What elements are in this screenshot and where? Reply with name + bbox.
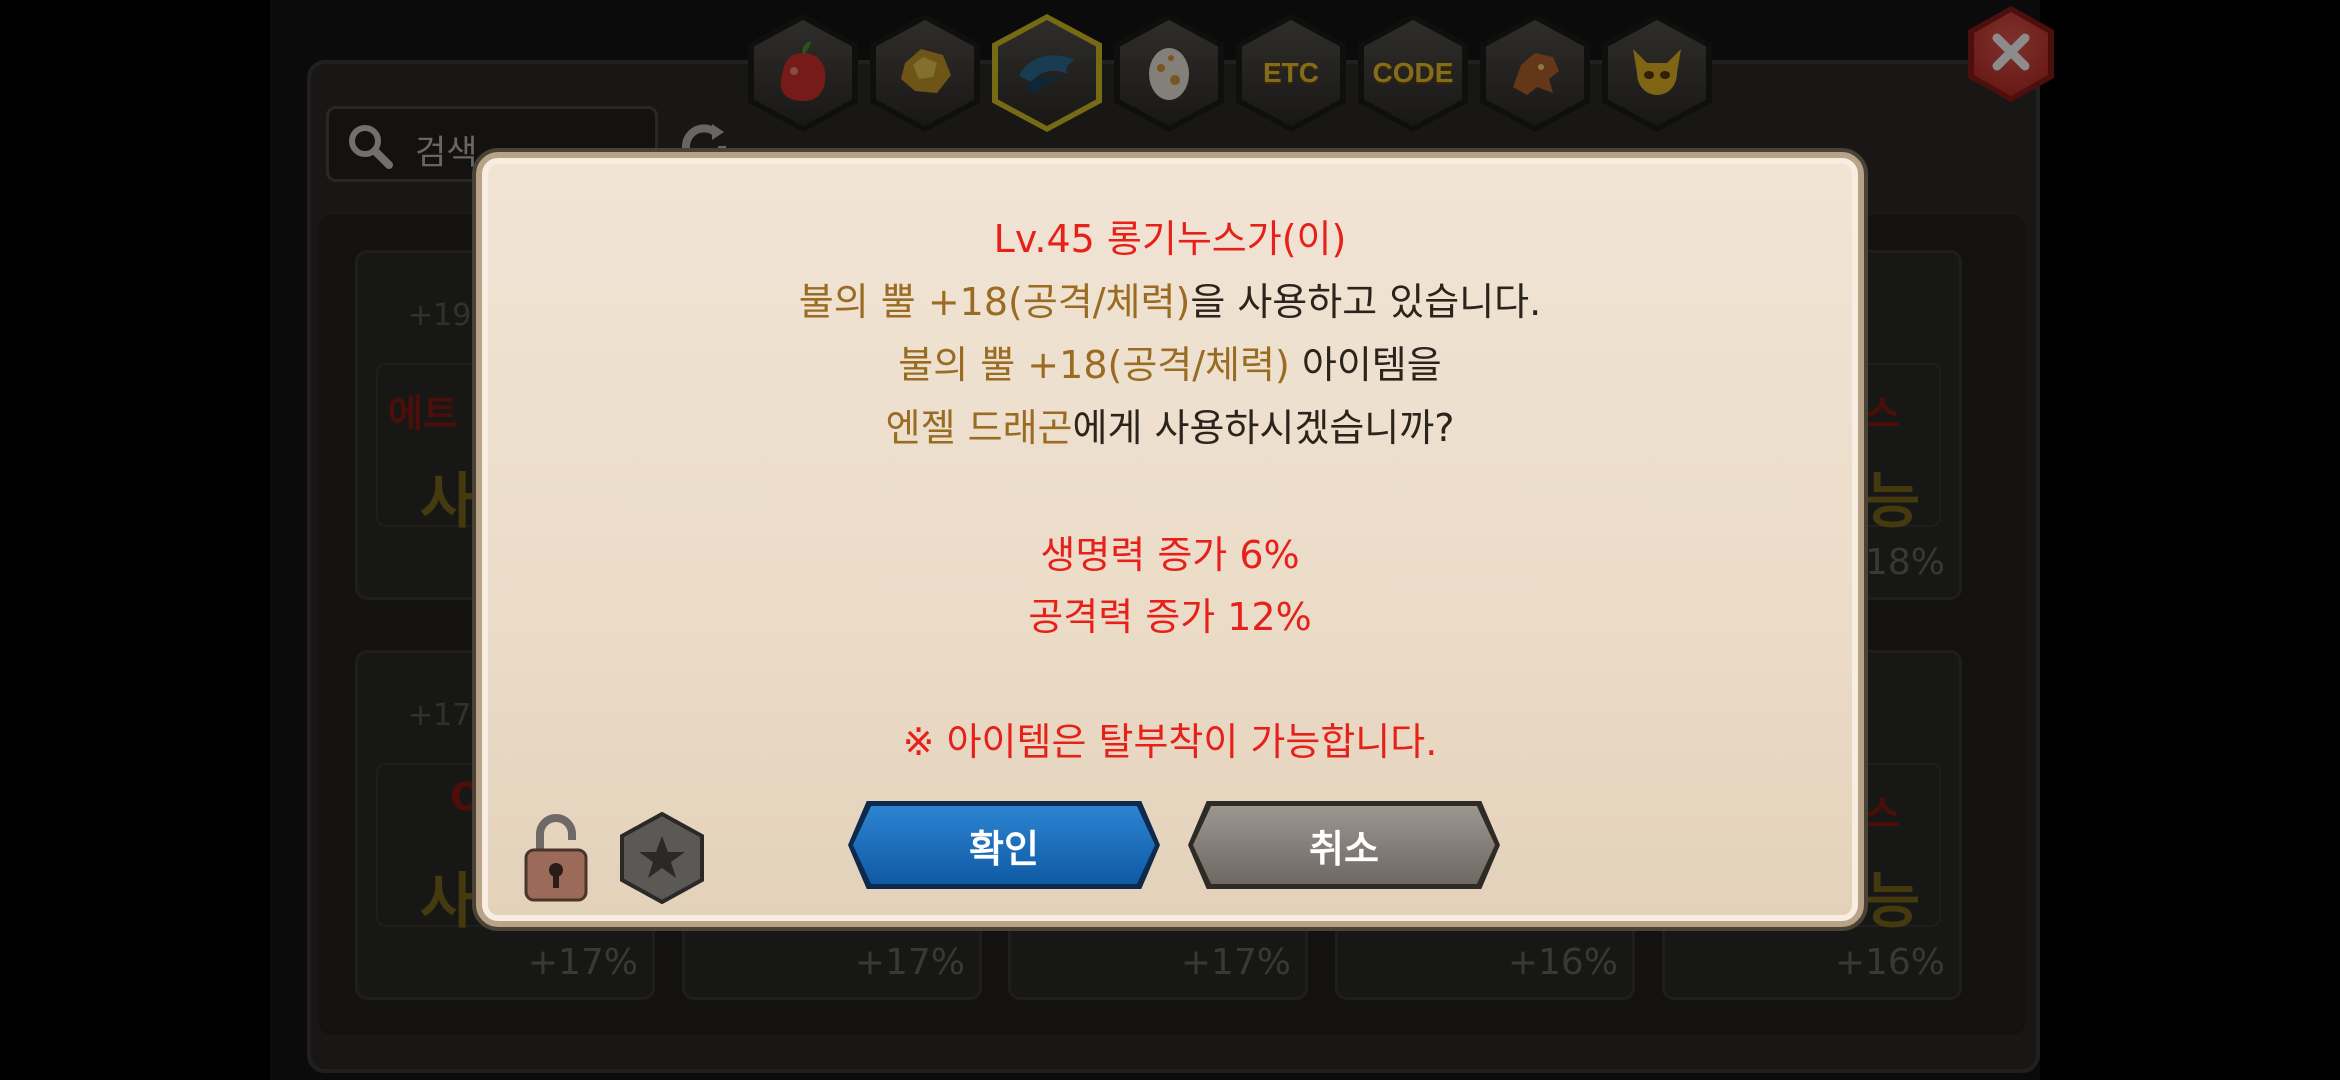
dialog-title: Lv.45 롱기누스가(이) bbox=[993, 217, 1347, 261]
dialog-line-new-item: 불의 뿔 +18(공격/체력) 아이템을 bbox=[482, 334, 1858, 396]
confirm-label: 확인 bbox=[969, 826, 1039, 871]
favorite-star-icon[interactable] bbox=[618, 811, 706, 908]
current-item-text: 을 사용하고 있습니다. bbox=[1190, 280, 1542, 324]
detach-note: ※ 아이템은 탈부착이 가능합니다. bbox=[902, 720, 1438, 764]
unlock-icon[interactable] bbox=[520, 808, 592, 908]
target-question-text: 에게 사용하시겠습니까? bbox=[1072, 406, 1455, 450]
dialog-line-current-item: 불의 뿔 +18(공격/체력)을 사용하고 있습니다. bbox=[482, 271, 1858, 333]
stat-hp-increase: 생명력 증가 6% bbox=[1040, 533, 1300, 577]
stat-attack-increase: 공격력 증가 12% bbox=[1028, 595, 1312, 639]
confirm-button[interactable]: 확인 bbox=[848, 801, 1160, 889]
current-item-name: 불의 뿔 +18(공격/체력) bbox=[798, 280, 1191, 324]
dialog-line-target: 엔젤 드래곤에게 사용하시겠습니까? bbox=[482, 397, 1858, 459]
cancel-button[interactable]: 취소 bbox=[1188, 801, 1500, 889]
new-item-text: 아이템을 bbox=[1289, 343, 1442, 387]
confirm-dialog: Lv.45 롱기누스가(이) 불의 뿔 +18(공격/체력)을 사용하고 있습니… bbox=[476, 152, 1864, 927]
cancel-label: 취소 bbox=[1309, 826, 1379, 871]
new-item-name: 불의 뿔 +18(공격/체력) bbox=[898, 343, 1290, 387]
target-dragon-name: 엔젤 드래곤 bbox=[885, 406, 1073, 450]
